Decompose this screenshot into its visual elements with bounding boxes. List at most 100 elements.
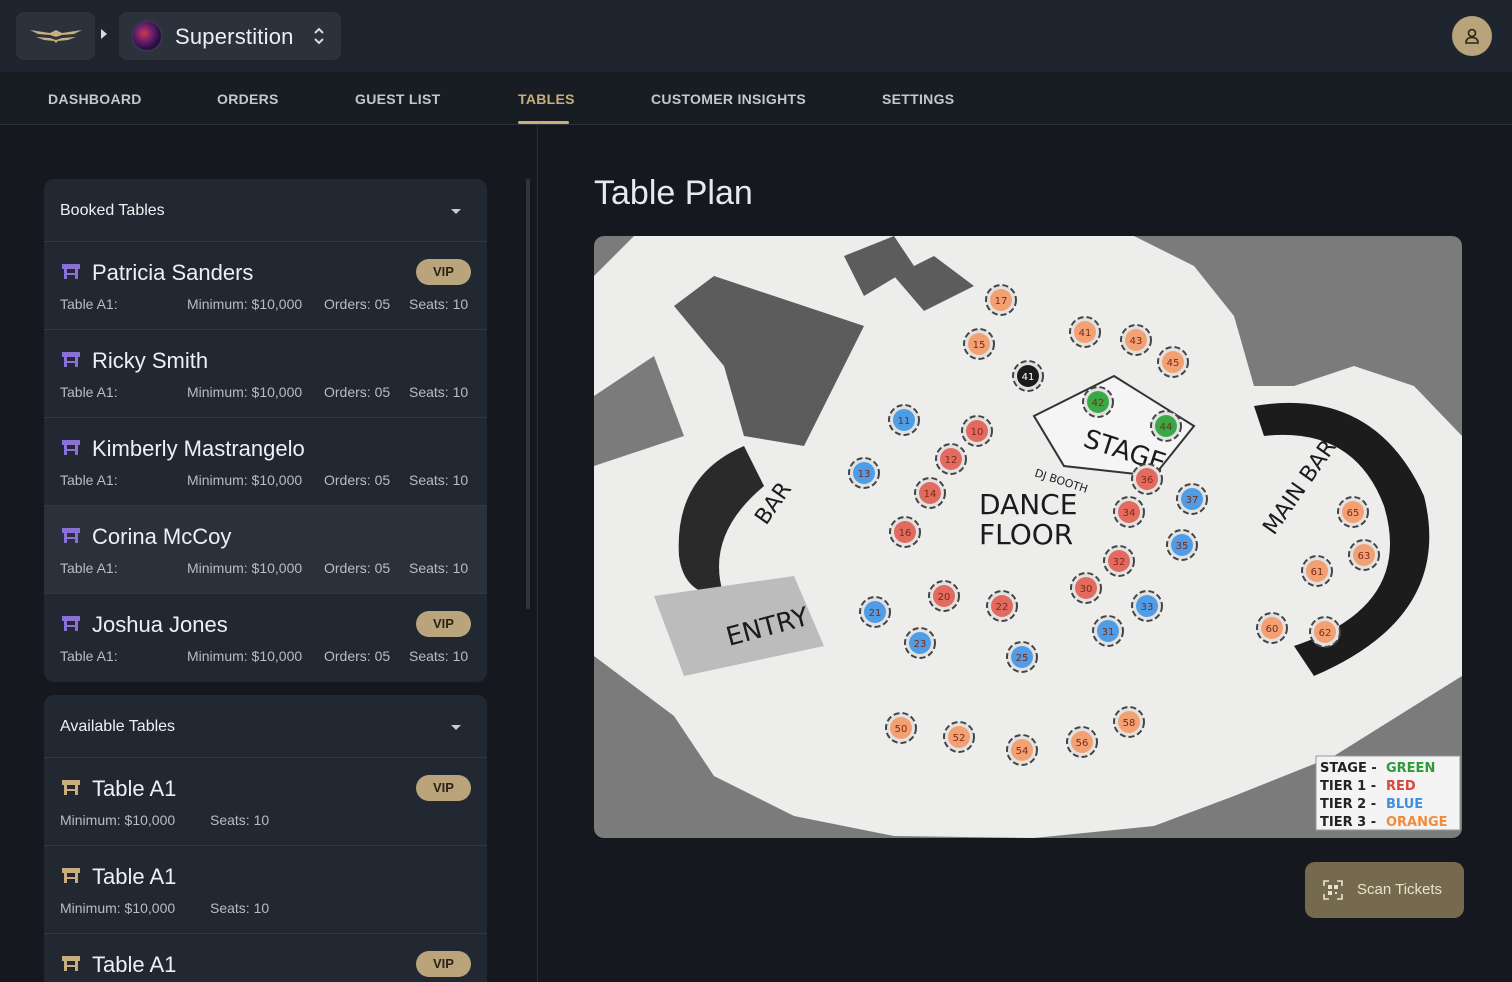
table-marker[interactable]: 62	[1309, 616, 1341, 648]
table-marker[interactable]: 41	[1069, 316, 1101, 348]
table-number: 32	[1113, 557, 1126, 568]
booked-table-row[interactable]: Patricia Sanders Table A1: Minimum: $10,00…	[44, 242, 487, 330]
legend-color: GREEN	[1386, 761, 1435, 776]
table-marker[interactable]: 36	[1131, 463, 1163, 495]
table-marker[interactable]: 58	[1113, 706, 1145, 738]
table-number: 37	[1186, 495, 1199, 506]
table-marker[interactable]: 16	[889, 516, 921, 548]
guest-name: Joshua Jones	[92, 612, 228, 637]
available-tables-title: Available Tables	[60, 718, 176, 735]
minimum-spend: Minimum: $10,000	[60, 900, 176, 916]
vip-badge: VIP	[416, 951, 471, 977]
orders-count: Orders: 05	[324, 384, 391, 400]
chevron-down-icon	[451, 725, 461, 730]
table-marker[interactable]: 30	[1070, 572, 1102, 604]
tab-orders[interactable]: ORDERS	[217, 91, 279, 107]
available-table-row[interactable]: Table A1 VIP	[44, 934, 487, 982]
list-scrollbar[interactable]	[526, 179, 530, 609]
table-marker[interactable]: 12	[935, 443, 967, 475]
table-marker[interactable]: 56	[1066, 726, 1098, 758]
table-marker[interactable]: 14	[914, 477, 946, 509]
table-marker[interactable]: 15	[963, 328, 995, 360]
tab-tables[interactable]: TABLES	[518, 91, 575, 107]
booked-table-row[interactable]: Corina McCoy Table A1: Minimum: $10,000 Ord…	[44, 506, 487, 594]
table-marker[interactable]: 10	[961, 415, 993, 447]
user-menu-button[interactable]	[1452, 16, 1492, 56]
seats-count: Seats: 10	[210, 900, 270, 916]
table-number: 52	[953, 733, 966, 744]
orders-count: Orders: 05	[324, 296, 391, 312]
table-number: 41	[1079, 328, 1092, 339]
table-marker[interactable]: 33	[1131, 590, 1163, 622]
table-number: 43	[1130, 336, 1143, 347]
guest-name: Patricia Sanders	[92, 260, 254, 285]
venue-switcher[interactable]: Superstition	[119, 12, 341, 60]
table-number: 33	[1141, 602, 1154, 613]
table-marker[interactable]: 13	[848, 457, 880, 489]
table-marker[interactable]: 17	[985, 284, 1017, 316]
logo-button[interactable]	[16, 12, 95, 60]
table-icon	[62, 528, 80, 543]
available-tables-header[interactable]: Available Tables	[44, 695, 487, 758]
tab-settings[interactable]: SETTINGS	[882, 91, 954, 107]
scan-tickets-button[interactable]: Scan Tickets	[1305, 862, 1464, 918]
tab-dashboard[interactable]: DASHBOARD	[48, 91, 142, 107]
tab-guest-list[interactable]: GUEST LIST	[355, 91, 440, 107]
seats-count: Seats: 10	[210, 812, 270, 828]
available-table-row[interactable]: Table A1 Minimum: $10,000 Seats: 10 VIP	[44, 758, 487, 846]
table-marker[interactable]: 50	[885, 712, 917, 744]
table-marker[interactable]: 41	[1012, 360, 1044, 392]
table-marker[interactable]: 25	[1006, 641, 1038, 673]
table-marker[interactable]: 42	[1082, 386, 1114, 418]
orders-count: Orders: 05	[324, 648, 391, 664]
table-marker[interactable]: 45	[1157, 346, 1189, 378]
table-marker[interactable]: 32	[1103, 545, 1135, 577]
table-marker[interactable]: 54	[1006, 734, 1038, 766]
table-marker[interactable]: 35	[1166, 529, 1198, 561]
table-marker[interactable]: 65	[1337, 496, 1369, 528]
booked-table-row[interactable]: Joshua Jones Table A1: Minimum: $10,000 Ord…	[44, 594, 487, 682]
legend-tier: STAGE -	[1320, 761, 1377, 776]
seats-count: Seats: 10	[409, 296, 469, 312]
table-marker[interactable]: 63	[1348, 539, 1380, 571]
booked-table-row[interactable]: Kimberly Mastrangelo Table A1: Minimum: $1…	[44, 418, 487, 506]
table-number: 10	[971, 427, 984, 438]
table-marker[interactable]: 37	[1176, 483, 1208, 515]
table-name: Table A1	[92, 776, 177, 801]
table-marker[interactable]: 22	[986, 590, 1018, 622]
tab-customer-insights[interactable]: CUSTOMER INSIGHTS	[651, 91, 806, 107]
floor-plan-svg[interactable]: STAGEDJ BOOTHDANCEFLOORBAR MAIN BARENTRY …	[594, 236, 1462, 838]
table-marker[interactable]: 23	[904, 627, 936, 659]
table-marker[interactable]: 60	[1256, 612, 1288, 644]
table-number: 20	[938, 592, 951, 603]
table-icon	[62, 868, 80, 883]
table-icon	[62, 264, 80, 279]
table-number: 15	[973, 340, 986, 351]
table-number: 62	[1319, 628, 1332, 639]
table-marker[interactable]: 34	[1113, 496, 1145, 528]
guest-name: Kimberly Mastrangelo	[92, 436, 305, 461]
table-marker[interactable]: 61	[1301, 555, 1333, 587]
available-table-row[interactable]: Table A1 Minimum: $10,000 Seats: 10	[44, 846, 487, 934]
table-marker[interactable]: 52	[943, 721, 975, 753]
table-marker[interactable]: 44	[1150, 410, 1182, 442]
booked-tables-title: Booked Tables	[60, 202, 165, 219]
booked-table-row[interactable]: Ricky Smith Table A1: Minimum: $10,000 Orde…	[44, 330, 487, 418]
table-marker[interactable]: 21	[859, 596, 891, 628]
dance-floor-label: FLOOR	[979, 518, 1073, 551]
table-number: 11	[898, 416, 911, 427]
table-marker[interactable]: 20	[928, 580, 960, 612]
table-plan-map[interactable]: STAGE DJ BOOTH DANCE FLOOR BAR MAIN BAR ENTRY …	[594, 236, 1462, 838]
booked-tables-header[interactable]: Booked Tables	[44, 179, 487, 242]
table-marker[interactable]: 31	[1092, 615, 1124, 647]
table-name: Table A1	[92, 952, 177, 977]
table-name: Table A1	[92, 864, 177, 889]
table-marker[interactable]: 43	[1120, 324, 1152, 356]
top-bar: Superstition	[0, 0, 1512, 72]
table-icon	[62, 956, 80, 971]
table-marker[interactable]: 11	[888, 404, 920, 436]
seats-count: Seats: 10	[409, 560, 469, 576]
table-number: 12	[945, 455, 958, 466]
minimum-spend: Minimum: $10,000	[187, 384, 303, 400]
table-number: 65	[1347, 508, 1360, 519]
